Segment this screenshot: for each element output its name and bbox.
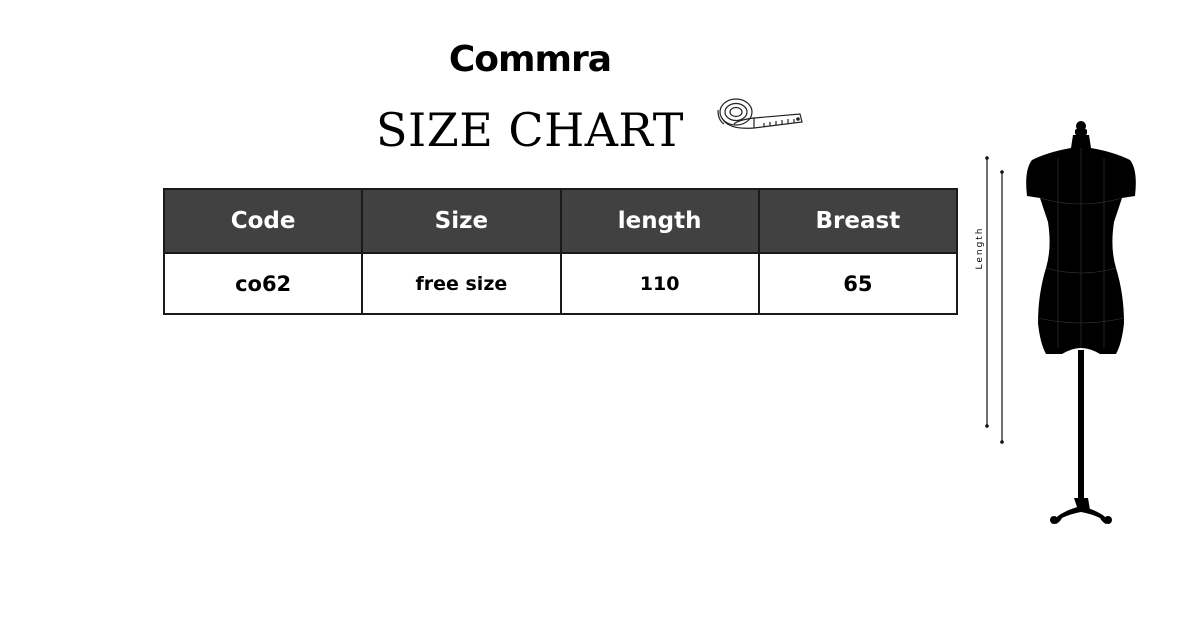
page-title: SIZE CHART xyxy=(376,103,684,157)
size-table: Code Size length Breast co62 free size 1… xyxy=(162,188,959,315)
length-dimension-lines xyxy=(985,156,1004,444)
cell-length: 110 xyxy=(559,252,760,315)
column-header-code: Code xyxy=(162,188,364,254)
table-row: co62 free size 110 65 xyxy=(162,252,959,315)
table-header-row: Code Size length Breast xyxy=(162,188,959,254)
column-header-breast: Breast xyxy=(757,188,959,254)
brand-logo: Commra xyxy=(448,39,612,80)
measuring-tape-icon xyxy=(717,98,803,129)
mannequin-icon xyxy=(1026,121,1136,524)
cell-size: free size xyxy=(361,252,562,315)
cell-code: co62 xyxy=(162,252,364,315)
column-header-length: length xyxy=(559,188,760,254)
cell-breast: 65 xyxy=(757,252,959,315)
column-header-size: Size xyxy=(361,188,562,254)
